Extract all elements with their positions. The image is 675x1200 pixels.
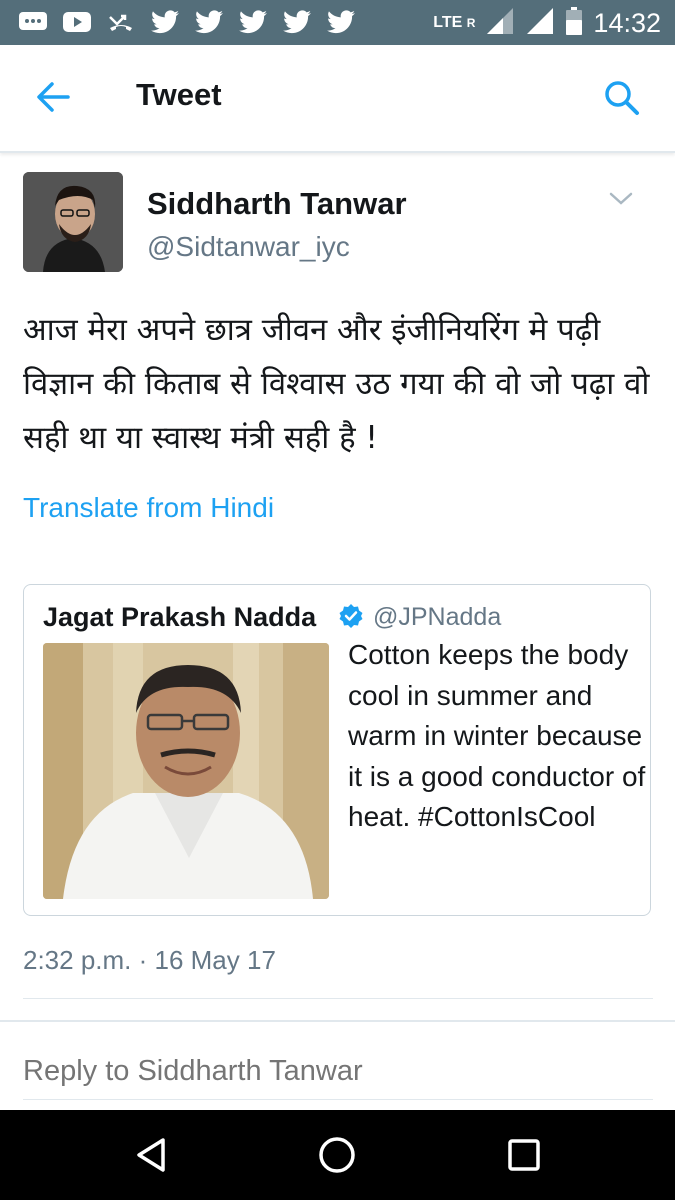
network-indicator: LTE R bbox=[433, 15, 475, 31]
messages-icon bbox=[18, 8, 48, 36]
quoted-author-name: Jagat Prakash Nadda bbox=[43, 602, 317, 632]
app-header: Tweet bbox=[0, 45, 675, 153]
battery-icon bbox=[565, 6, 583, 41]
avatar-photo bbox=[23, 172, 123, 272]
twitter-icon bbox=[150, 8, 180, 36]
divider bbox=[0, 1020, 675, 1022]
signal-icon bbox=[525, 6, 555, 41]
verified-badge-icon bbox=[338, 603, 364, 629]
quoted-tweet-photo[interactable] bbox=[43, 643, 329, 899]
nav-recents-button[interactable] bbox=[506, 1137, 542, 1173]
clock: 14:32 bbox=[593, 7, 661, 38]
author-handle[interactable]: @Sidtanwar_iyc bbox=[147, 231, 350, 263]
tweet-timestamp: 2:32 p.m. · 16 May 17 bbox=[23, 945, 276, 975]
missed-call-icon bbox=[106, 8, 136, 36]
twitter-icon bbox=[194, 8, 224, 36]
arrow-left-icon bbox=[37, 82, 70, 112]
back-button[interactable] bbox=[34, 79, 74, 115]
system-nav-bar bbox=[0, 1110, 675, 1200]
tweet-options-button[interactable] bbox=[608, 190, 634, 208]
search-button[interactable] bbox=[603, 79, 641, 117]
network-type: LTE bbox=[433, 14, 463, 31]
nav-home-icon bbox=[319, 1137, 355, 1173]
search-icon bbox=[605, 81, 639, 115]
status-bar: LTE R 14:32 bbox=[0, 0, 675, 45]
system-indicators: LTE R 14:32 bbox=[433, 5, 661, 41]
nav-home-button[interactable] bbox=[318, 1136, 356, 1174]
avatar[interactable] bbox=[23, 172, 123, 272]
quoted-tweet[interactable]: Jagat Prakash Nadda @JPNadda Cotton keep… bbox=[23, 584, 651, 916]
nav-back-icon bbox=[137, 1138, 165, 1172]
quoted-author-handle: @JPNadda bbox=[373, 603, 502, 631]
youtube-icon bbox=[62, 8, 92, 36]
twitter-icon bbox=[282, 8, 312, 36]
nav-recents-icon bbox=[508, 1139, 540, 1171]
tweet-text: आज मेरा अपने छात्र जीवन और इंजीनियरिंग म… bbox=[23, 312, 650, 456]
twitter-icon bbox=[326, 8, 356, 36]
chevron-down-icon bbox=[609, 192, 633, 205]
notification-icons bbox=[18, 8, 356, 36]
signal-icon bbox=[485, 6, 515, 41]
author-name[interactable]: Siddharth Tanwar bbox=[147, 186, 407, 222]
person-photo bbox=[43, 643, 329, 899]
page-title: Tweet bbox=[136, 77, 222, 112]
twitter-icon bbox=[238, 8, 268, 36]
translate-link[interactable]: Translate from Hindi bbox=[23, 492, 274, 524]
nav-back-button[interactable] bbox=[133, 1136, 169, 1174]
divider bbox=[23, 998, 653, 999]
roaming-indicator: R bbox=[466, 16, 476, 30]
quoted-tweet-text: Cotton keeps the body cool in summer and… bbox=[348, 639, 646, 832]
reply-input[interactable] bbox=[23, 1044, 653, 1100]
